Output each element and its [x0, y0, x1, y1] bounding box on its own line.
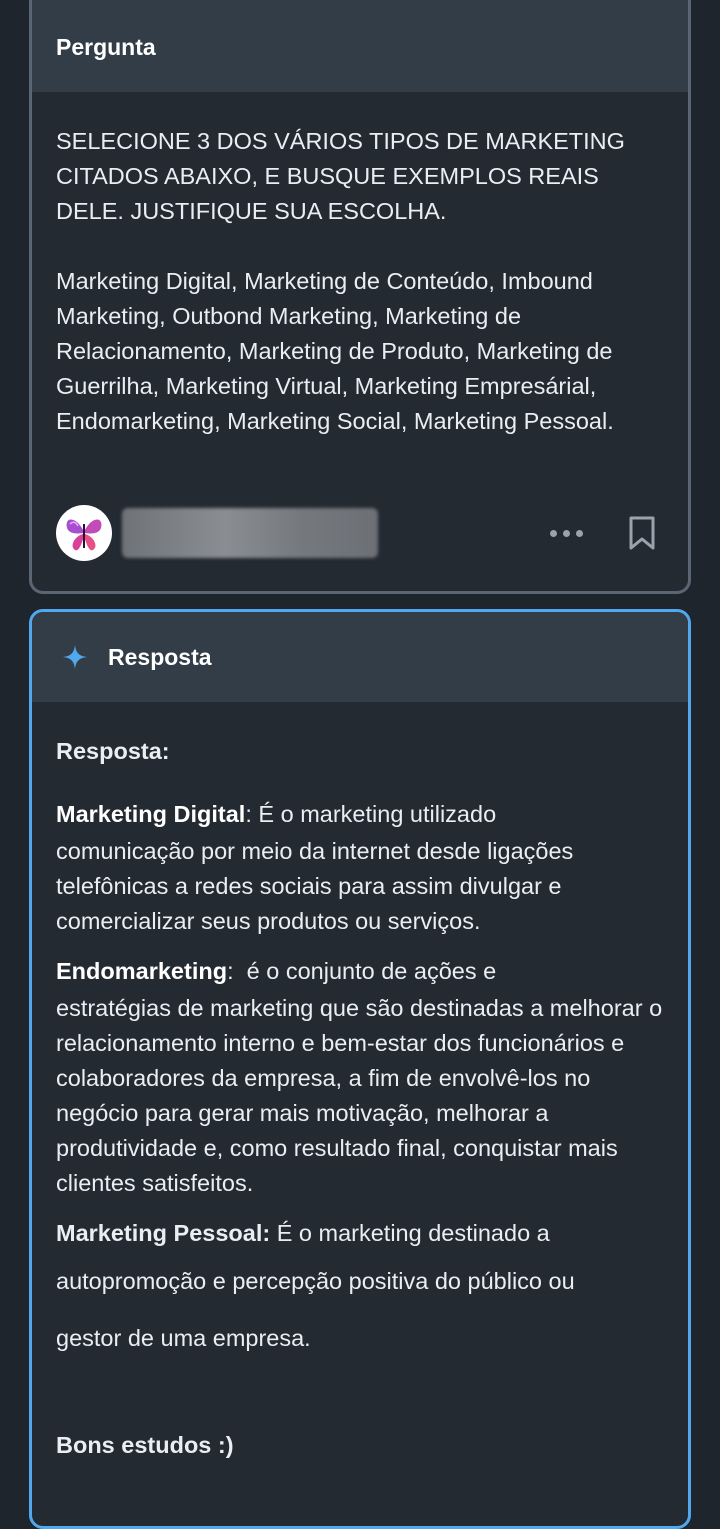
answer-item-lead-text: É o marketing utilizado: [258, 801, 497, 827]
answer-item-sep: :: [245, 801, 259, 827]
more-dot: [575, 529, 583, 537]
answer-item-sep: :: [227, 958, 247, 984]
answer-item-term: Endomarketing: [56, 958, 228, 984]
question-options: Marketing Digital, Marketing de Conteúdo…: [56, 268, 614, 434]
answer-item-lead: Marketing Digital: É o marketing utiliza…: [56, 794, 664, 834]
answer-item: Marketing Digital: É o marketing utiliza…: [56, 794, 664, 939]
more-options-button[interactable]: [536, 511, 596, 555]
answer-item-lead-text: é o conjunto de ações e: [246, 958, 497, 984]
answer-item-lead: Marketing Pessoal: É o marketing destina…: [56, 1213, 664, 1253]
answer-header: Resposta: [32, 612, 688, 702]
question-text: SELECIONE 3 DOS VÁRIOS TIPOS DE MARKETIN…: [56, 128, 625, 224]
butterfly-icon: [66, 519, 102, 551]
answer-item-lead: Endomarketing: é o conjunto de ações e: [56, 951, 664, 991]
answer-body: Resposta: Marketing Digital: É o marketi…: [32, 702, 688, 1460]
answer-header-label: Resposta: [108, 643, 212, 670]
answer-item-text: comunicação por meio da internet desde l…: [56, 838, 574, 934]
answer-item-pessoal: Marketing Pessoal: É o marketing destina…: [56, 1213, 664, 1367]
more-dot: [562, 529, 570, 537]
sparkle-icon: [62, 644, 88, 670]
answer-title: Resposta:: [56, 738, 170, 764]
author-name-blurred: [122, 508, 378, 558]
answer-item-term: Marketing Digital: [56, 801, 246, 827]
answer-card: Resposta Resposta: Marketing Digital: É …: [29, 609, 691, 1529]
closing-text: Bons estudos :): [56, 1432, 234, 1458]
question-card: Pergunta SELECIONE 3 DOS VÁRIOS TIPOS DE…: [29, 0, 691, 594]
answer-item-line: autopromoção e percepção positiva do púb…: [56, 1268, 575, 1294]
answer-item-term: Marketing Pessoal:: [56, 1220, 271, 1246]
bookmark-icon: [629, 516, 655, 550]
answer-item-lead-text: É o marketing destinado a: [270, 1220, 550, 1246]
answer-item-text: estratégias de marketing que são destina…: [56, 995, 663, 1196]
question-body: SELECIONE 3 DOS VÁRIOS TIPOS DE MARKETIN…: [32, 92, 688, 439]
question-header-label: Pergunta: [56, 34, 156, 60]
answer-item: Endomarketing: é o conjunto de ações e e…: [56, 951, 664, 1201]
question-footer: [56, 503, 664, 563]
more-dots-icon: [549, 529, 557, 537]
answer-item-line: gestor de uma empresa.: [56, 1325, 311, 1351]
avatar[interactable]: [56, 505, 112, 561]
question-header: Pergunta: [32, 0, 688, 92]
bookmark-button[interactable]: [620, 511, 664, 555]
